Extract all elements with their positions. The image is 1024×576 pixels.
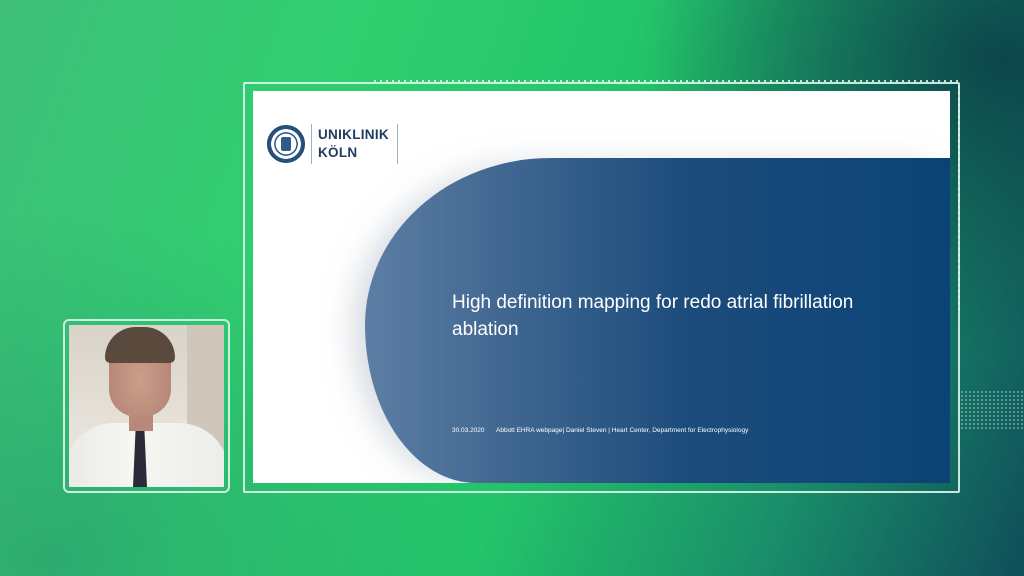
- slide-title: High definition mapping for redo atrial …: [452, 292, 854, 340]
- logo-text: UNIKLINIK KÖLN: [318, 126, 389, 162]
- presenter-hair: [105, 327, 175, 363]
- slide-footer: 30.03.2020 Abbott EHRA webpage| Daniel S…: [452, 427, 758, 434]
- logo-line-1: UNIKLINIK: [318, 127, 389, 142]
- slide-date: 30.03.2020: [452, 427, 485, 434]
- presentation-slide: UNIKLINIK KÖLN High definition mapping f…: [253, 91, 950, 483]
- presenter-video[interactable]: [69, 325, 224, 487]
- decorative-dots: [960, 390, 1024, 430]
- logo-rule: [396, 124, 398, 164]
- uniklinik-logo: UNIKLINIK KÖLN: [267, 123, 398, 165]
- university-seal-icon: [267, 125, 305, 163]
- slide-footer-info: Abbott EHRA webpage| Daniel Steven | Hea…: [496, 427, 749, 434]
- logo-line-2: KÖLN: [318, 145, 358, 160]
- logo-divider: [311, 124, 312, 164]
